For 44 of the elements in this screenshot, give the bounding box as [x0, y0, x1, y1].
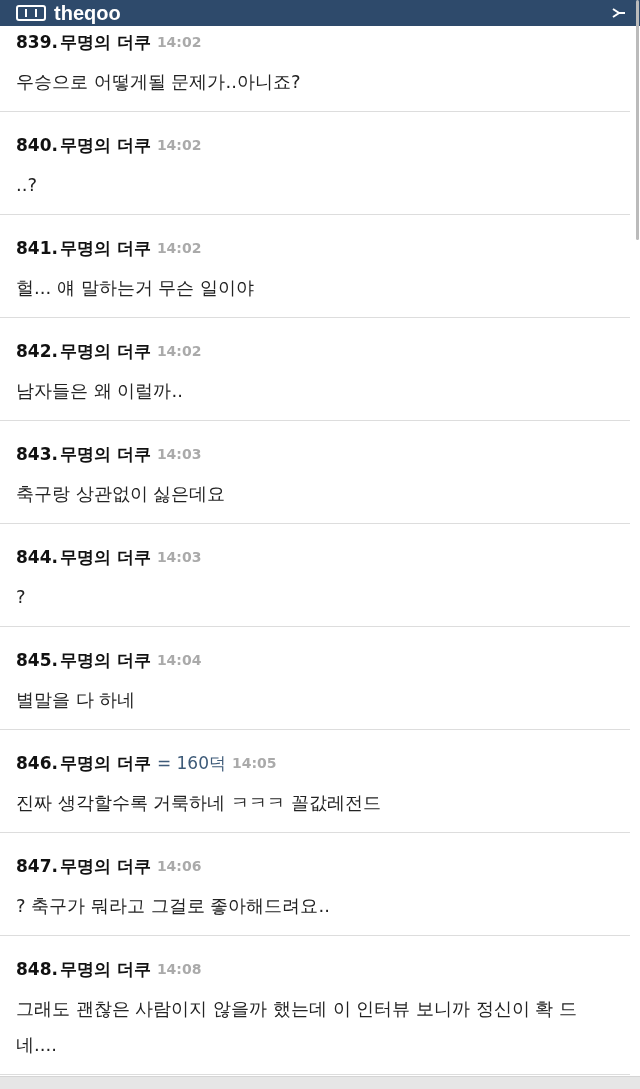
comment-time: 14:05 — [232, 754, 277, 773]
comment-time: 14:02 — [156, 136, 202, 155]
comment-text: ? 축구가 뭐라고 그걸로 좋아해드려요.. — [16, 894, 331, 918]
comment-time: 14:08 — [156, 960, 202, 979]
comment-time: 14:02 — [156, 342, 202, 361]
comment-text: ? — [16, 585, 27, 609]
comment-author: 무명의 더쿠 — [59, 546, 151, 569]
comment-time: 14:04 — [156, 651, 202, 670]
comment-text: ..? — [16, 173, 38, 197]
comment-author: 무명의 더쿠 — [59, 134, 151, 157]
comment-text: 그래도 괜찮은 사람이지 않을까 했는데 이 인터뷰 보니까 정신이 확 드네.... — [16, 997, 579, 1057]
logo-icon — [16, 5, 46, 21]
comment-number: 846. — [16, 752, 58, 775]
comment-author: 무명의 더쿠 — [59, 237, 151, 260]
comment-time: 14:02 — [156, 239, 202, 258]
reply-reference: = 160덕 — [156, 752, 226, 775]
comment-author: 무명의 더쿠 — [59, 649, 151, 672]
comment-time: 14:06 — [156, 857, 202, 876]
comment-text: 진짜 생각할수록 거룩하네 ㅋㅋㅋ 꼴값레전드 — [16, 791, 382, 815]
arrow-icon[interactable] — [610, 5, 626, 21]
comment-number: 841. — [16, 237, 58, 260]
comment-text: 헐... 얘 말하는거 무슨 일이야 — [16, 276, 256, 300]
comment-number: 843. — [16, 443, 58, 466]
comment-time: 14:03 — [156, 548, 202, 567]
comment-number: 848. — [16, 958, 58, 981]
comment-time: 14:03 — [156, 445, 202, 464]
comment-number: 844. — [16, 546, 58, 569]
comment-number: 839. — [16, 31, 58, 54]
comment-text: 남자들은 왜 이럴까.. — [16, 379, 184, 403]
comment-text: 축구랑 상관없이 싫은데요 — [16, 482, 227, 506]
comment-author: 무명의 더쿠 — [59, 443, 151, 466]
comment-author: 무명의 더쿠 — [59, 31, 151, 54]
site-logo[interactable]: theqoo — [54, 0, 121, 26]
comment-author: 무명의 더쿠 — [59, 340, 151, 363]
comment-author: 무명의 더쿠 — [59, 958, 151, 981]
comment-author: 무명의 더쿠 — [59, 752, 151, 775]
comment-time: 14:02 — [156, 33, 202, 52]
comment-author: 무명의 더쿠 — [59, 855, 151, 878]
comment-text: 별말을 다 하네 — [16, 688, 137, 712]
comment-number: 847. — [16, 855, 58, 878]
comment-number: 840. — [16, 134, 58, 157]
comment-number: 845. — [16, 649, 58, 672]
comment-number: 842. — [16, 340, 58, 363]
comment-text: 우승으로 어떻게될 문제가..아니죠? — [16, 70, 302, 94]
